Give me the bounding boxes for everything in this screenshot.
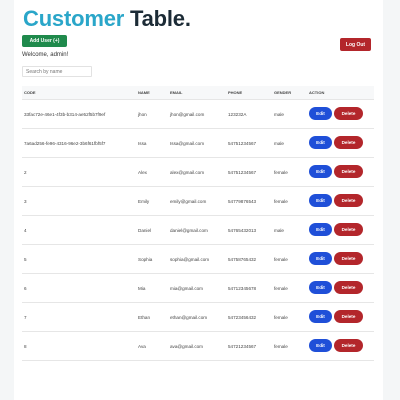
cell-email: alex@gmail.com [170, 170, 205, 175]
cell-gender: male [274, 141, 284, 146]
cell-name: jhon [138, 112, 147, 117]
table-row: 7 Ethan ethan@gmail.com 54723456432 fema… [22, 303, 374, 332]
table-row: 2 Alex alex@gmail.com 54751234567 female… [22, 158, 374, 187]
edit-button[interactable]: Edit [309, 194, 332, 207]
delete-button[interactable]: Delete [334, 281, 363, 294]
cell-email: Issa@gmail.com [170, 141, 205, 146]
cell-gender: female [274, 286, 288, 291]
table-row: 3 Emily emily@gmail.com 54779876543 fema… [22, 187, 374, 216]
table-row: 5 Sophia sophia@gmail.com 54758765432 fe… [22, 245, 374, 274]
column-header-action: Action [309, 90, 325, 95]
table-header: Code Name Email Phone Gender Action [22, 86, 374, 100]
column-header-gender: Gender [274, 90, 292, 95]
cell-phone: 54723456432 [228, 315, 257, 320]
cell-phone: 54779876543 [228, 199, 257, 204]
cell-gender: female [274, 257, 288, 262]
cell-email: daniel@gmail.com [170, 228, 208, 233]
cell-name: Ethan [138, 315, 151, 320]
cell-name: Issa [138, 141, 147, 146]
cell-email: ethan@gmail.com [170, 315, 208, 320]
cell-gender: female [274, 344, 288, 349]
search-input[interactable] [22, 66, 92, 77]
logout-button[interactable]: Log Out [340, 38, 371, 51]
cell-phone: 54712345678 [228, 286, 257, 291]
delete-button[interactable]: Delete [334, 107, 363, 120]
cell-name: Ava [138, 344, 146, 349]
table-row: 6 Mia mia@gmail.com 54712345678 female E… [22, 274, 374, 303]
table-row: 33fac72e-46e1-4f3b-b314-ae52f5b7f9ef jho… [22, 100, 374, 129]
cell-code: 33fac72e-46e1-4f3b-b314-ae52f5b7f9ef [24, 112, 106, 117]
edit-button[interactable]: Edit [309, 252, 332, 265]
cell-email: sophia@gmail.com [170, 257, 210, 262]
column-header-email: Email [170, 90, 183, 95]
cell-code: 2 [24, 170, 27, 175]
edit-button[interactable]: Edit [309, 107, 332, 120]
cell-email: jhon@gmail.com [170, 112, 205, 117]
page-title-accent: Customer [23, 6, 125, 31]
table-row: 4 Daniel daniel@gmail.com 54765432013 ma… [22, 216, 374, 245]
cell-gender: male [274, 228, 284, 233]
cell-phone: 54721234567 [228, 344, 257, 349]
delete-button[interactable]: Delete [334, 136, 363, 149]
page-title: Customer Table. [23, 6, 191, 32]
delete-button[interactable]: Delete [334, 194, 363, 207]
cell-code: 6 [24, 286, 27, 291]
cell-name: Sophia [138, 257, 153, 262]
table-row: 7a6ad256-fe96-4316-96e2-3b6f61fbf5f7 Iss… [22, 129, 374, 158]
cell-name: Emily [138, 199, 150, 204]
column-header-code: Code [24, 90, 36, 95]
edit-button[interactable]: Edit [309, 339, 332, 352]
delete-button[interactable]: Delete [334, 223, 363, 236]
cell-email: mia@gmail.com [170, 286, 203, 291]
cell-phone: 54751234567 [228, 170, 257, 175]
customer-table-card: Customer Table. Add User (+) Log Out Wel… [14, 0, 383, 400]
cell-gender: male [274, 112, 284, 117]
edit-button[interactable]: Edit [309, 310, 332, 323]
delete-button[interactable]: Delete [334, 165, 363, 178]
edit-button[interactable]: Edit [309, 223, 332, 236]
cell-gender: female [274, 170, 288, 175]
cell-name: Mia [138, 286, 146, 291]
cell-name: Daniel [138, 228, 152, 233]
cell-code: 8 [24, 344, 27, 349]
welcome-text: Welcome, admin! [22, 52, 69, 58]
cell-phone: 123232A [228, 112, 247, 117]
delete-button[interactable]: Delete [334, 339, 363, 352]
add-user-button[interactable]: Add User (+) [22, 35, 67, 47]
cell-code: 7a6ad256-fe96-4316-96e2-3b6f61fbf5f7 [24, 141, 106, 146]
cell-code: 7 [24, 315, 27, 320]
cell-name: Alex [138, 170, 147, 175]
cell-phone: 54751234567 [228, 141, 257, 146]
delete-button[interactable]: Delete [334, 310, 363, 323]
edit-button[interactable]: Edit [309, 136, 332, 149]
cell-email: ava@gmail.com [170, 344, 204, 349]
cell-gender: female [274, 199, 288, 204]
cell-code: 5 [24, 257, 27, 262]
column-header-phone: Phone [228, 90, 243, 95]
cell-phone: 54765432013 [228, 228, 257, 233]
edit-button[interactable]: Edit [309, 281, 332, 294]
cell-phone: 54758765432 [228, 257, 257, 262]
cell-gender: female [274, 315, 288, 320]
edit-button[interactable]: Edit [309, 165, 332, 178]
delete-button[interactable]: Delete [334, 252, 363, 265]
cell-code: 3 [24, 199, 27, 204]
cell-code: 4 [24, 228, 27, 233]
column-header-name: Name [138, 90, 150, 95]
cell-email: emily@gmail.com [170, 199, 207, 204]
table-row: 8 Ava ava@gmail.com 54721234567 female E… [22, 332, 374, 361]
page-title-main: Table. [130, 6, 191, 31]
